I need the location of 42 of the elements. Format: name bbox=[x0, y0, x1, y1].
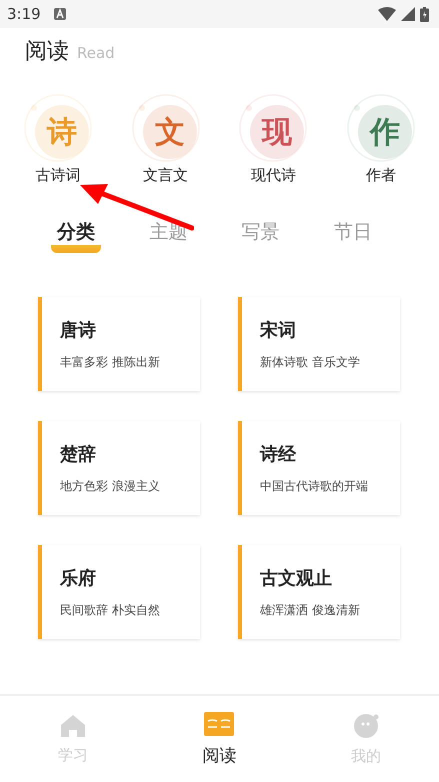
card-subtitle: 新体诗歌 音乐文学 bbox=[260, 354, 361, 370]
page-title: 阅读 bbox=[25, 38, 69, 66]
card-subtitle: 中国古代诗歌的开端 bbox=[260, 478, 369, 494]
card-title: 古文观止 bbox=[260, 566, 333, 590]
collection-card[interactable]: 乐府 民间歌辞 朴实自然 bbox=[38, 545, 200, 639]
card-title: 宋词 bbox=[260, 318, 297, 342]
category-label: 古诗词 bbox=[35, 166, 80, 185]
card-subtitle: 地方色彩 浪漫主义 bbox=[60, 478, 161, 494]
character-badge-icon: 诗 bbox=[24, 94, 92, 162]
wifi-icon bbox=[378, 7, 396, 21]
signal-icon bbox=[401, 7, 415, 21]
collection-card[interactable]: 楚辞 地方色彩 浪漫主义 bbox=[38, 421, 200, 515]
status-time: 3:19 bbox=[7, 5, 41, 23]
notification-icon bbox=[54, 8, 66, 20]
collection-card[interactable]: 古文观止 雄浑潇洒 俊逸清新 bbox=[238, 545, 400, 639]
card-title: 乐府 bbox=[60, 566, 97, 590]
battery-icon bbox=[420, 6, 429, 22]
category-item[interactable]: 诗 古诗词 bbox=[8, 94, 108, 185]
category-label: 作者 bbox=[366, 166, 396, 185]
card-title: 诗经 bbox=[260, 442, 298, 466]
character-badge-icon: 现 bbox=[239, 94, 308, 162]
category-tab[interactable]: 分类 bbox=[51, 219, 102, 253]
collection-card[interactable]: 诗经 中国古代诗歌的开端 bbox=[238, 421, 400, 515]
collection-card[interactable]: 宋词 新体诗歌 音乐文学 bbox=[238, 297, 400, 391]
card-subtitle: 民间歌辞 朴实自然 bbox=[60, 602, 161, 618]
card-subtitle: 丰富多彩 推陈出新 bbox=[60, 354, 161, 370]
category-item[interactable]: 作 作者 bbox=[331, 94, 432, 185]
character-badge-icon: 作 bbox=[347, 94, 416, 162]
category-label: 现代诗 bbox=[250, 166, 296, 185]
home-icon bbox=[60, 714, 86, 738]
character-badge-icon: 文 bbox=[132, 94, 200, 162]
collection-card[interactable]: 唐诗 丰富多彩 推陈出新 bbox=[38, 297, 200, 391]
card-subtitle: 雄浑潇洒 俊逸清新 bbox=[260, 602, 361, 618]
category-item[interactable]: 文 文言文 bbox=[116, 94, 216, 185]
face-icon bbox=[352, 712, 379, 738]
book-icon bbox=[204, 712, 234, 736]
category-label: 文言文 bbox=[143, 166, 188, 185]
card-title: 唐诗 bbox=[60, 318, 97, 342]
category-item[interactable]: 现 现代诗 bbox=[223, 94, 324, 185]
page-subtitle: Read bbox=[77, 44, 115, 62]
card-title: 楚辞 bbox=[60, 442, 97, 466]
nav-tab[interactable]: 阅读 bbox=[169, 710, 270, 768]
